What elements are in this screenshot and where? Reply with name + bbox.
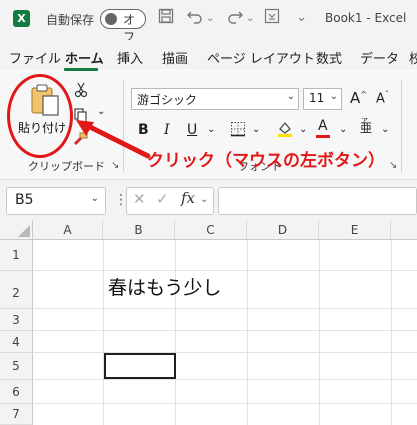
redo-icon[interactable] bbox=[226, 8, 244, 28]
italic-button[interactable]: I bbox=[164, 122, 170, 138]
row-header-4[interactable]: 4 bbox=[0, 331, 33, 353]
tab-home[interactable]: ホーム bbox=[65, 48, 104, 67]
fill-color-dropdown-icon[interactable]: ⌄ bbox=[299, 124, 307, 135]
column-header-d[interactable]: D bbox=[247, 220, 319, 240]
chevron-down-icon[interactable]: ⌄ bbox=[200, 194, 208, 205]
font-color-swatch bbox=[316, 135, 330, 138]
cell-b2[interactable]: 春はもう少し bbox=[108, 273, 221, 300]
font-name-select[interactable]: 游ゴシック ⌄ bbox=[131, 88, 299, 110]
cut-icon[interactable] bbox=[74, 82, 88, 102]
grid-line bbox=[33, 403, 417, 404]
toggle-knob bbox=[105, 13, 117, 25]
grid-line bbox=[247, 240, 248, 425]
row-header-2[interactable]: 2 bbox=[0, 271, 33, 309]
row-header-5[interactable]: 5 bbox=[0, 353, 33, 380]
tab-draw[interactable]: 描画 bbox=[162, 48, 188, 67]
font-dialog-launcher-icon[interactable]: ↘ bbox=[389, 160, 397, 171]
formula-input[interactable] bbox=[218, 187, 417, 215]
grid-line bbox=[33, 330, 417, 331]
grid-line bbox=[319, 240, 320, 425]
highlight-circle bbox=[7, 74, 73, 158]
column-header-c[interactable]: C bbox=[175, 220, 247, 240]
chevron-down-icon: ⌄ bbox=[286, 91, 295, 102]
tab-file[interactable]: ファイル bbox=[9, 48, 61, 67]
font-name-value: 游ゴシック bbox=[137, 93, 198, 107]
annotation-arrow-icon bbox=[76, 120, 151, 159]
name-box-value: B5 bbox=[15, 192, 34, 208]
cancel-icon[interactable]: ✕ bbox=[133, 190, 146, 208]
autosave-label: 自動保存 bbox=[46, 13, 95, 27]
customize-toolbar-icon[interactable] bbox=[264, 8, 280, 28]
fill-color-icon[interactable] bbox=[276, 120, 294, 142]
window-title: Book1 - Excel bbox=[325, 11, 406, 25]
redo-dropdown-icon[interactable]: ⌄ bbox=[246, 13, 254, 24]
row-header-1[interactable]: 1 bbox=[0, 240, 33, 271]
borders-dropdown-icon[interactable]: ⌄ bbox=[252, 124, 260, 135]
row-header-7[interactable]: 7 bbox=[0, 404, 33, 425]
row-header-3[interactable]: 3 bbox=[0, 309, 33, 331]
underline-button[interactable]: U bbox=[187, 122, 197, 138]
shrink-font-button[interactable]: Aˇ bbox=[376, 90, 389, 106]
grid-line bbox=[33, 352, 417, 353]
grow-font-button[interactable]: A^ bbox=[350, 89, 367, 107]
undo-icon[interactable] bbox=[186, 8, 204, 28]
row-header-6[interactable]: 6 bbox=[0, 380, 33, 404]
font-color-dropdown-icon[interactable]: ⌄ bbox=[339, 124, 347, 135]
grid-line bbox=[33, 379, 417, 380]
column-header-e[interactable]: E bbox=[319, 220, 391, 240]
save-icon[interactable] bbox=[158, 8, 174, 28]
tab-formulas[interactable]: 数式 bbox=[316, 48, 342, 67]
selected-cell-b5[interactable] bbox=[104, 353, 176, 379]
tab-data[interactable]: データ bbox=[360, 48, 399, 67]
insert-function-button[interactable]: fx bbox=[181, 189, 195, 207]
grid-line bbox=[391, 240, 392, 425]
column-header-a[interactable]: A bbox=[33, 220, 103, 240]
chevron-down-icon: ⌄ bbox=[329, 91, 338, 102]
font-size-select[interactable]: 11 ⌄ bbox=[303, 88, 342, 110]
phonetic-guide-button[interactable]: ア亜 bbox=[360, 117, 372, 136]
font-color-button[interactable]: A bbox=[316, 118, 330, 138]
tab-page-layout[interactable]: ページ レイアウト bbox=[207, 48, 315, 67]
undo-dropdown-icon[interactable]: ⌄ bbox=[206, 13, 214, 24]
chevron-down-icon: ⌄ bbox=[90, 193, 99, 204]
grid-line bbox=[175, 240, 176, 425]
font-size-value: 11 bbox=[309, 91, 325, 105]
column-header-f[interactable] bbox=[391, 220, 417, 240]
group-separator bbox=[401, 80, 402, 172]
chevron-down-icon[interactable]: ⌄ bbox=[296, 10, 307, 25]
name-box[interactable]: B5 ⌄ bbox=[6, 187, 106, 215]
worksheet-grid bbox=[0, 220, 417, 425]
autosave-toggle[interactable]: オフ bbox=[100, 9, 146, 44]
app-name: Excel bbox=[374, 11, 407, 25]
excel-icon: X bbox=[13, 10, 30, 27]
grid-line bbox=[103, 240, 104, 425]
tab-insert[interactable]: 挿入 bbox=[117, 48, 143, 67]
phonetic-dropdown-icon[interactable]: ⌄ bbox=[381, 124, 389, 135]
font-color-letter: A bbox=[318, 118, 328, 134]
grid-line bbox=[33, 270, 417, 271]
borders-icon[interactable] bbox=[230, 121, 246, 141]
underline-dropdown-icon[interactable]: ⌄ bbox=[207, 124, 215, 135]
grid-line bbox=[33, 308, 417, 309]
column-header-b[interactable]: B bbox=[103, 220, 175, 240]
click-annotation: クリック（マウスの左ボタン） bbox=[147, 151, 385, 171]
enter-icon[interactable]: ✓ bbox=[156, 190, 169, 208]
select-all-corner[interactable] bbox=[0, 220, 33, 240]
tab-review[interactable]: 校 bbox=[409, 48, 417, 67]
book-name: Book1 bbox=[325, 11, 363, 25]
title-separator: - bbox=[366, 11, 371, 25]
